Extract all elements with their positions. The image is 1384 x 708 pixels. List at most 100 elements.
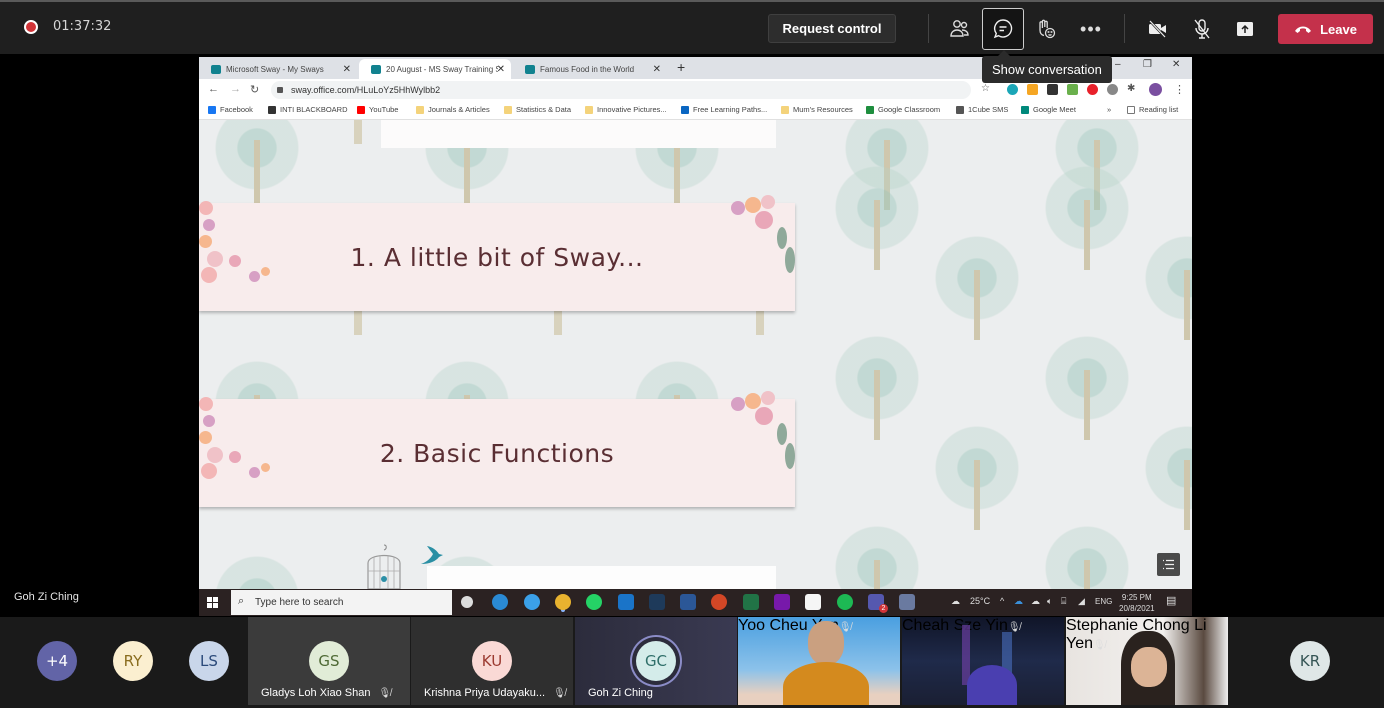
share-tray-button[interactable] xyxy=(1224,8,1266,50)
onedrive-icon[interactable]: ☁ xyxy=(1014,596,1023,607)
reading-list-button[interactable]: Reading list xyxy=(1127,105,1178,114)
taskbar-search-input[interactable]: ⌕ Type here to search xyxy=(231,590,452,615)
bookmark-item[interactable]: INTI BLACKBOARD xyxy=(268,105,348,114)
browser-tab-active[interactable]: 20 August - MS Sway Training Se ✕ xyxy=(359,59,511,79)
notion-taskbar-icon[interactable] xyxy=(805,594,822,610)
bookmarks-overflow-button[interactable]: » xyxy=(1107,105,1111,114)
mic-toggle-button[interactable] xyxy=(1181,8,1223,50)
chrome-taskbar-icon[interactable] xyxy=(554,594,571,610)
whatsapp-taskbar-icon[interactable] xyxy=(586,594,603,610)
section-banner[interactable]: 1. A little bit of Sway... xyxy=(199,203,795,311)
leave-button[interactable]: Leave xyxy=(1278,14,1373,44)
browser-tab[interactable]: Microsoft Sway - My Sways ✕ xyxy=(199,59,357,79)
flower-decoration xyxy=(249,467,260,478)
participant-video-tile[interactable]: Yoo Cheu Yen🎙︎̸ xyxy=(738,617,900,705)
minimize-button[interactable]: – xyxy=(1115,59,1121,70)
bookmark-item[interactable]: 1Cube SMS xyxy=(956,105,1008,114)
close-tab-icon[interactable]: ✕ xyxy=(497,64,505,75)
wifi-icon[interactable]: ◢ xyxy=(1078,596,1085,607)
language-indicator[interactable]: ENG xyxy=(1095,597,1112,606)
weather-icon: ☁ xyxy=(951,596,960,606)
extension-icon[interactable] xyxy=(1067,84,1078,95)
participants-button[interactable] xyxy=(939,8,981,50)
meeting-timer: 01:37:32 xyxy=(53,19,112,34)
camera-toggle-button[interactable] xyxy=(1137,8,1179,50)
notifications-icon[interactable]: ▤ xyxy=(1166,594,1176,607)
clock-date: 20/8/2021 xyxy=(1119,604,1155,613)
participant-tile-speaking[interactable]: GC Goh Zi Ching xyxy=(575,617,737,705)
kindle-taskbar-icon[interactable] xyxy=(648,594,665,610)
close-tab-icon[interactable]: ✕ xyxy=(653,64,661,75)
extensions-puzzle-icon[interactable]: ✱ xyxy=(1127,83,1135,94)
tray-overflow-icon[interactable]: ^ xyxy=(1000,596,1004,606)
bookmarks-bar: Facebook INTI BLACKBOARD YouTube Journals &… xyxy=(199,102,1192,120)
recording-icon xyxy=(24,20,38,34)
bookmark-item[interactable]: Mum's Resources xyxy=(781,105,853,114)
navigation-button[interactable] xyxy=(1157,553,1180,576)
bookmark-item[interactable]: Free Learning Paths... xyxy=(681,105,767,114)
participant-avatar[interactable]: LS xyxy=(189,641,229,681)
outlook-taskbar-icon[interactable] xyxy=(617,594,634,610)
powerpoint-taskbar-icon[interactable] xyxy=(711,594,728,610)
bookmark-item[interactable]: Facebook xyxy=(208,105,253,114)
mic-off-icon: 🎙︎̸ xyxy=(553,687,566,699)
bookmark-star-icon[interactable]: ☆ xyxy=(981,83,990,94)
weather-temp[interactable]: 25°C xyxy=(970,596,990,606)
extension-icon[interactable] xyxy=(1027,84,1038,95)
mic-off-icon xyxy=(1194,19,1210,39)
bookmark-item[interactable]: Google Meet xyxy=(1021,105,1076,114)
bookmark-label: Journals & Articles xyxy=(428,105,490,114)
volume-icon[interactable]: 🔈︎ xyxy=(1047,596,1052,607)
notion-extension-icon[interactable] xyxy=(1047,84,1058,95)
tree-trunk xyxy=(1084,200,1090,270)
camera-off-icon xyxy=(1149,20,1166,38)
participant-video-tile[interactable]: Stephanie Chong Li Yen🎙︎̸ xyxy=(1066,617,1228,705)
request-control-button[interactable]: Request control xyxy=(768,14,896,43)
participant-tile[interactable]: KU Krishna Priya Udayaku... 🎙︎̸ xyxy=(411,617,573,705)
bookmark-item[interactable]: Journals & Articles xyxy=(416,105,490,114)
shared-screen: Microsoft Sway - My Sways ✕ 20 August - … xyxy=(199,57,1192,616)
bookmark-item[interactable]: Statistics & Data xyxy=(504,105,571,114)
participant-avatar[interactable]: RY xyxy=(113,641,153,681)
camera-taskbar-icon[interactable] xyxy=(899,594,916,610)
new-tab-button[interactable]: + xyxy=(677,59,685,75)
cloud-icon[interactable]: ☁ xyxy=(1031,596,1040,607)
close-tab-icon[interactable]: ✕ xyxy=(343,64,351,75)
reload-icon[interactable]: ↻ xyxy=(250,83,259,96)
section-banner[interactable]: 2. Basic Functions xyxy=(199,399,795,507)
browser-tab[interactable]: Famous Food in the World ✕ xyxy=(513,59,667,79)
back-icon[interactable]: ← xyxy=(208,83,219,95)
url-input[interactable]: sway.office.com/HLuLoYz5HhWylbb2 xyxy=(271,81,971,99)
participant-tile[interactable]: GS Gladys Loh Xiao Shan 🎙︎̸ xyxy=(248,617,410,705)
bookmark-item[interactable]: YouTube xyxy=(357,105,398,114)
spotify-taskbar-icon[interactable] xyxy=(836,594,853,610)
windows-start-icon[interactable] xyxy=(207,597,218,608)
forward-icon[interactable]: → xyxy=(230,83,241,95)
settings-taskbar-icon[interactable] xyxy=(461,596,473,608)
extension-icon[interactable] xyxy=(1007,84,1018,95)
network-icon[interactable]: ⌸ xyxy=(1061,596,1066,607)
onenote-taskbar-icon[interactable] xyxy=(774,594,790,610)
extension-icon[interactable] xyxy=(1107,84,1118,95)
browser-menu-icon[interactable]: ⋮ xyxy=(1174,83,1185,96)
more-options-button[interactable]: ••• xyxy=(1070,8,1112,50)
show-conversation-button[interactable] xyxy=(982,8,1024,50)
edge-taskbar-icon[interactable] xyxy=(492,594,509,610)
word-taskbar-icon[interactable] xyxy=(680,594,697,610)
internet-explorer-taskbar-icon[interactable] xyxy=(523,594,540,610)
more-participants-button[interactable]: +4 xyxy=(37,641,77,681)
excel-taskbar-icon[interactable] xyxy=(742,594,759,610)
close-window-button[interactable]: ✕ xyxy=(1172,59,1180,70)
teams-taskbar-icon[interactable]: 2 xyxy=(867,594,888,613)
bookmark-item[interactable]: Innovative Pictures... xyxy=(585,105,667,114)
participant-avatar[interactable]: KR xyxy=(1290,641,1330,681)
taskbar-clock[interactable]: 9:25 PM 20/8/2021 xyxy=(1119,592,1155,614)
participant-video-tile[interactable]: Cheah Sze Yin🎙︎̸ xyxy=(902,617,1064,705)
lock-icon xyxy=(277,87,283,93)
opera-extension-icon[interactable] xyxy=(1087,84,1098,95)
bookmark-item[interactable]: Google Classroom xyxy=(866,105,940,114)
maximize-button[interactable]: ❐ xyxy=(1143,59,1152,70)
reactions-button[interactable] xyxy=(1025,8,1067,50)
profile-avatar[interactable] xyxy=(1149,83,1162,96)
content-card xyxy=(381,120,776,148)
